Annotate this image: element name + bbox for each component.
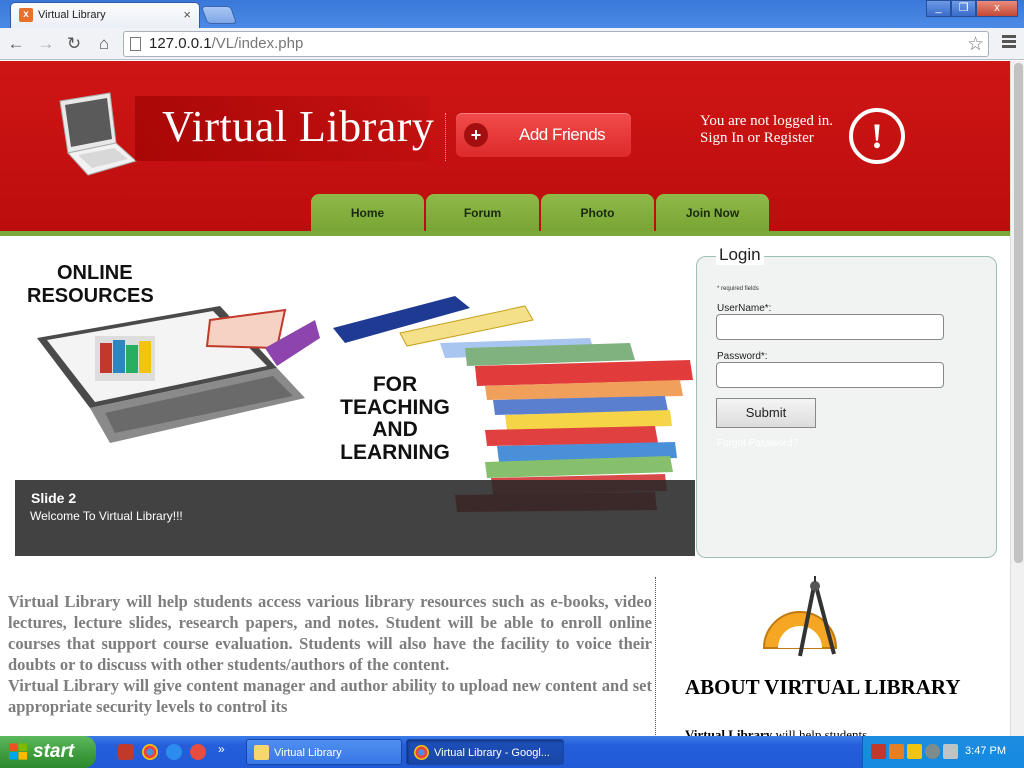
intro-paragraph-2: Virtual Library will give content manage… [8, 676, 652, 716]
taskbar-folder-virtual-library[interactable]: Virtual Library [246, 739, 402, 765]
about-heading: ABOUT VIRTUAL LIBRARY [685, 675, 961, 699]
tray-xampp-icon[interactable] [889, 744, 904, 759]
about-text: Virtual Library will help students [685, 727, 868, 736]
site-header: Virtual Library + Add Friends You are no… [0, 61, 1010, 231]
login-legend: Login [716, 245, 764, 265]
tray-app-icon[interactable] [925, 744, 940, 759]
page-scrollbar[interactable] [1010, 61, 1024, 736]
login-status: You are not logged in. Sign In or Regist… [700, 113, 833, 147]
home-icon[interactable]: ⌂ [94, 34, 114, 54]
slide-tagline-line4: LEARNING [340, 440, 450, 464]
not-logged-in-text: You are not logged in. [700, 113, 834, 129]
tray-tool-icon[interactable] [907, 744, 922, 759]
nav-tab-home[interactable]: Home [311, 194, 424, 231]
header-divider [445, 113, 446, 161]
restore-button[interactable]: ❐ [951, 0, 976, 17]
laptop-logo-icon [59, 92, 138, 176]
chrome-menu-icon[interactable] [1002, 35, 1016, 50]
nav-tab-join-now[interactable]: Join Now [656, 194, 769, 231]
slide-heading-line2: RESOURCES [27, 285, 154, 307]
bookmark-star-icon[interactable]: ☆ [967, 33, 984, 56]
xampp-favicon-icon: x [19, 8, 33, 22]
forward-icon[interactable]: → [36, 34, 56, 54]
required-fields-note: * required fields [717, 286, 759, 292]
slide-tagline-line3: AND [372, 418, 418, 441]
add-friends-button[interactable]: + Add Friends [456, 113, 631, 157]
chrome-quicklaunch-icon[interactable] [142, 744, 158, 760]
chrome-icon [414, 745, 429, 760]
add-friends-label: Add Friends [519, 125, 606, 144]
scrollbar-thumb[interactable] [1014, 63, 1023, 563]
nav-underline [0, 231, 1010, 236]
slide-caption: Slide 2 Welcome To Virtual Library!!! [15, 480, 695, 556]
page-viewport: Virtual Library + Add Friends You are no… [0, 61, 1024, 736]
back-icon[interactable]: ← [6, 34, 26, 54]
new-tab-button[interactable] [200, 6, 238, 24]
start-label: start [33, 741, 75, 762]
slide-tagline-line2: TEACHING [340, 395, 450, 419]
intro-text: Virtual Library will help students acces… [8, 591, 652, 717]
tab-close-icon[interactable]: × [183, 7, 191, 22]
username-label: UserName*: [717, 303, 772, 314]
content-divider [655, 577, 656, 736]
image-slider[interactable]: ONLINE RESOURCES FOR TEACHING AND LEARNI… [15, 248, 695, 556]
browser-toolbar: ← → ↻ ⌂ 127.0.0.1/VL/index.php ☆ [0, 28, 1024, 60]
tab-title: Virtual Library [38, 9, 106, 21]
nav-tab-forum[interactable]: Forum [426, 194, 539, 231]
slide-caption-title: Slide 2 [31, 490, 77, 506]
forgot-password-link[interactable]: Forgot Password? [717, 438, 798, 449]
quicklaunch-more-icon[interactable]: » [218, 742, 225, 756]
slide-tagline-line1: FOR [372, 373, 418, 396]
page-icon [130, 37, 141, 51]
plus-icon: + [464, 123, 488, 147]
windows-flag-icon [9, 743, 28, 760]
sign-in-register-link[interactable]: Sign In or Register [700, 130, 833, 147]
reload-icon[interactable]: ↻ [64, 34, 84, 54]
start-button[interactable]: start [0, 736, 96, 768]
nav-tab-photo[interactable]: Photo [541, 194, 654, 231]
intro-paragraph-1: Virtual Library will help students acces… [8, 592, 652, 674]
volume-icon[interactable] [943, 744, 958, 759]
password-label: Password*: [717, 351, 768, 362]
browser-tab-strip: x Virtual Library × _ ❐ x [0, 0, 1024, 28]
window-controls: _ ❐ x [926, 0, 1018, 18]
media-quicklaunch-icon[interactable] [190, 744, 206, 760]
ie-quicklaunch-icon[interactable] [166, 744, 182, 760]
minimize-button[interactable]: _ [926, 0, 951, 17]
main-nav: Home Forum Photo Join Now [311, 194, 771, 231]
password-input[interactable] [716, 362, 944, 388]
tab-virtual-library[interactable]: x Virtual Library × [10, 2, 200, 28]
compass-protractor-icon [762, 576, 838, 657]
xampp-quicklaunch-icon[interactable] [118, 744, 134, 760]
taskbar-clock[interactable]: 3:47 PM [965, 745, 1006, 757]
taskbar-chrome-virtual-library[interactable]: Virtual Library - Googl... [406, 739, 564, 765]
close-window-button[interactable]: x [976, 0, 1018, 17]
slide-heading-line1: ONLINE [57, 262, 133, 284]
system-tray: 3:47 PM [862, 736, 1024, 768]
url-text[interactable]: 127.0.0.1/VL/index.php [149, 35, 303, 52]
windows-taskbar: start » Virtual Library Virtual Library … [0, 736, 1024, 768]
folder-icon [254, 745, 269, 760]
login-form: * required fields UserName*: Password*: … [696, 256, 997, 558]
username-input[interactable] [716, 314, 944, 340]
tray-network-icon[interactable] [871, 744, 886, 759]
submit-button[interactable]: Submit [716, 398, 816, 428]
alert-icon: ! [849, 108, 905, 164]
site-title[interactable]: Virtual Library [162, 101, 434, 152]
slide-caption-text: Welcome To Virtual Library!!! [30, 509, 183, 523]
address-bar[interactable]: 127.0.0.1/VL/index.php ☆ [123, 31, 989, 57]
